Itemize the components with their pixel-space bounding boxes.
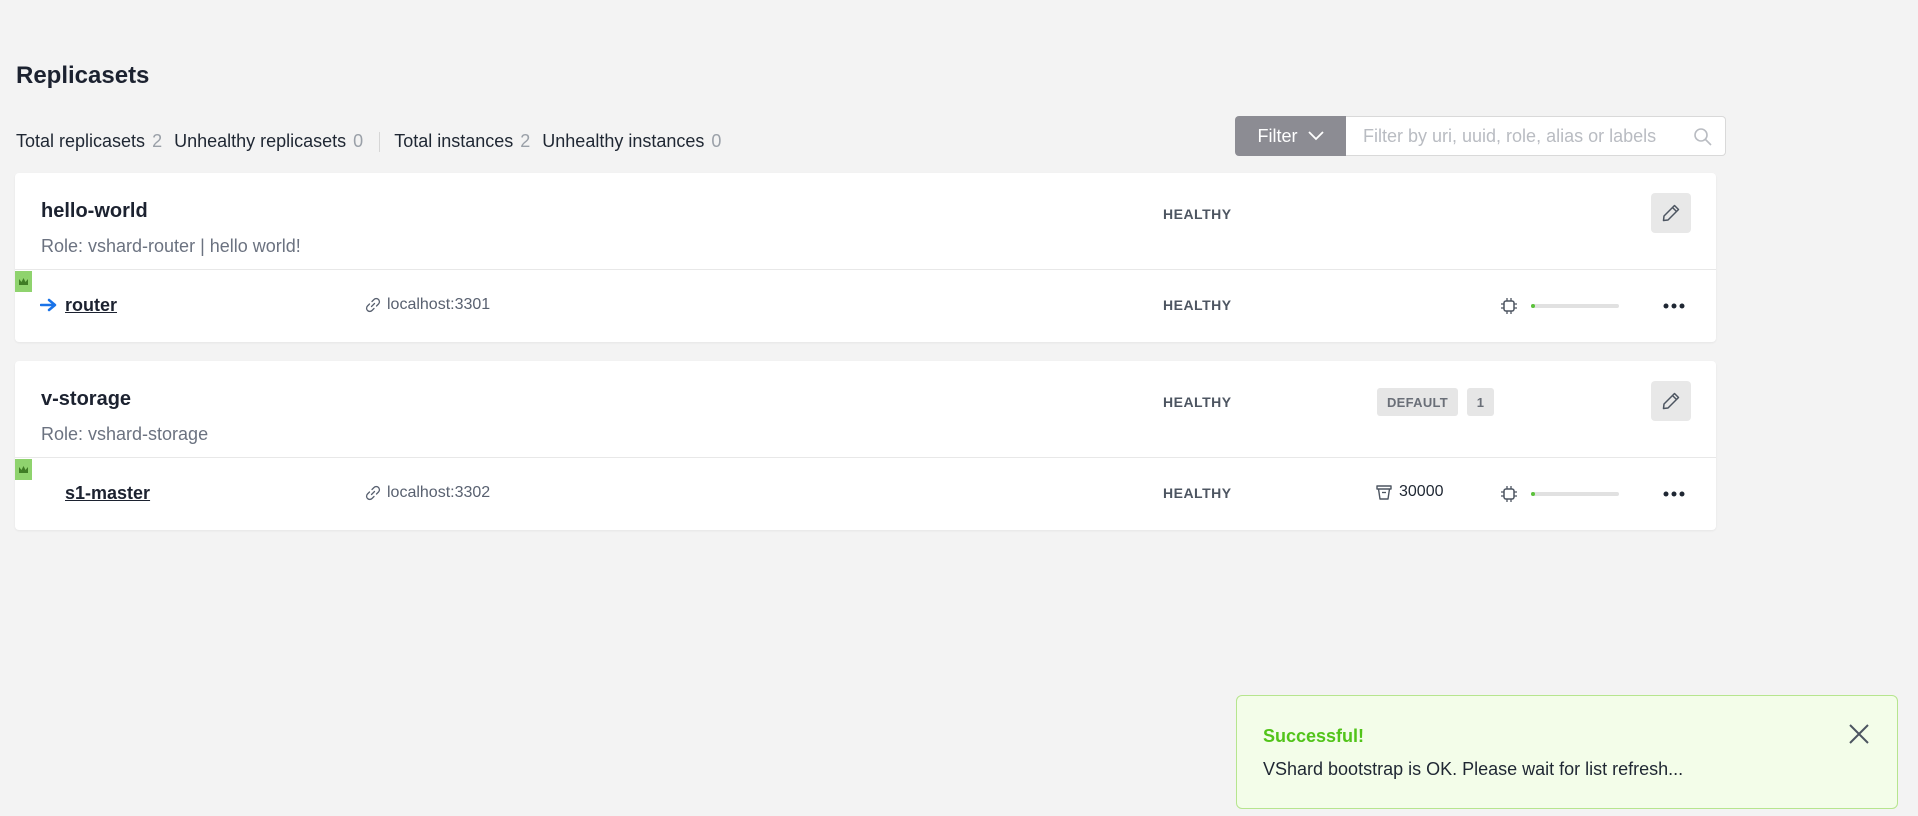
stat-value: 0: [353, 131, 364, 151]
bucket-icon: [1376, 485, 1392, 500]
stat-divider: [379, 131, 381, 152]
replicaset-role: Role: vshard-router | hello world!: [41, 236, 301, 256]
link-icon: [365, 297, 381, 313]
stat-value: 2: [152, 131, 163, 151]
replicaset-header: v-storage Role: vshard-storage HEALTHY D…: [15, 361, 1716, 458]
weight-tag: 1: [1467, 388, 1494, 416]
pencil-icon: [1662, 204, 1680, 222]
leader-badge: [15, 271, 32, 292]
more-dots-icon: [1663, 491, 1685, 497]
instance-more-button[interactable]: [1660, 294, 1688, 318]
filter-bar: Filter: [1235, 116, 1726, 156]
memory-usage-fill: [1531, 304, 1536, 308]
search-icon: [1694, 128, 1712, 146]
edit-replicaset-button[interactable]: [1651, 381, 1691, 421]
crown-icon: [19, 466, 28, 473]
pencil-icon: [1662, 392, 1680, 410]
stat-label: Total instances: [394, 131, 514, 151]
instance-uri: localhost:3302: [365, 484, 490, 502]
instance-row: s1-master localhost:3302 HEALTHY 30000: [15, 458, 1716, 530]
bucket-count-text: 30000: [1399, 483, 1444, 500]
stat-total-replicasets: Total replicasets 2: [16, 131, 162, 152]
stat-unhealthy-instances: Unhealthy instances 0: [542, 131, 721, 152]
toast-message: VShard bootstrap is OK. Please wait for …: [1263, 759, 1684, 779]
toast-title: Successful!: [1263, 726, 1365, 746]
stat-unhealthy-replicasets: Unhealthy replicasets 0: [174, 131, 363, 152]
replicaset-card: v-storage Role: vshard-storage HEALTHY D…: [15, 361, 1716, 530]
filter-button-label: Filter: [1257, 125, 1298, 146]
vshard-group-tag: DEFAULT: [1377, 388, 1458, 416]
instance-row: router localhost:3301 HEALTHY: [15, 270, 1716, 342]
replicaset-header: hello-world Role: vshard-router | hello …: [15, 173, 1716, 270]
filter-button[interactable]: Filter: [1235, 116, 1346, 156]
memory-usage-bar: [1531, 492, 1619, 496]
replicaset-name: hello-world: [41, 200, 148, 222]
cpu-icon: [1501, 298, 1517, 314]
leader-badge: [15, 459, 32, 480]
replicaset-name: v-storage: [41, 388, 132, 410]
toast-close-button[interactable]: [1845, 720, 1873, 748]
stat-value: 0: [711, 131, 722, 151]
instance-status: HEALTHY: [1163, 485, 1232, 501]
crown-icon: [19, 278, 28, 285]
page-title: Replicasets: [16, 62, 150, 89]
arrow-right-icon: [40, 298, 57, 312]
instance-status: HEALTHY: [1163, 297, 1232, 313]
replicaset-status: HEALTHY: [1163, 206, 1232, 222]
stats-bar: Total replicasets 2 Unhealthy replicaset…: [16, 131, 733, 152]
cpu-icon: [1501, 486, 1517, 502]
chevron-down-icon: [1307, 131, 1324, 141]
memory-usage-bar: [1531, 304, 1619, 308]
memory-usage-fill: [1531, 492, 1536, 496]
instance-uri-text: localhost:3302: [387, 484, 491, 501]
stat-label: Total replicasets: [16, 131, 146, 151]
stat-label: Unhealthy instances: [542, 131, 705, 151]
filter-input-wrap: [1346, 116, 1726, 156]
replicaset-status: HEALTHY: [1163, 394, 1232, 410]
instance-more-button[interactable]: [1660, 482, 1688, 506]
stat-value: 2: [520, 131, 531, 151]
stat-label: Unhealthy replicasets: [174, 131, 347, 151]
instance-uri: localhost:3301: [365, 296, 490, 314]
close-icon: [1849, 724, 1869, 744]
edit-replicaset-button[interactable]: [1651, 193, 1691, 233]
filter-input[interactable]: [1346, 117, 1725, 155]
instance-name-link[interactable]: s1-master: [65, 483, 150, 504]
link-icon: [365, 485, 381, 501]
more-dots-icon: [1663, 303, 1685, 309]
replicaset-card: hello-world Role: vshard-router | hello …: [15, 173, 1716, 342]
instance-name-link[interactable]: router: [65, 295, 117, 316]
stat-total-instances: Total instances 2: [394, 131, 530, 152]
success-toast: Successful! VShard bootstrap is OK. Plea…: [1236, 695, 1898, 809]
instance-uri-text: localhost:3301: [387, 296, 491, 313]
replicaset-role: Role: vshard-storage: [41, 424, 209, 444]
bucket-count: 30000: [1375, 483, 1444, 501]
